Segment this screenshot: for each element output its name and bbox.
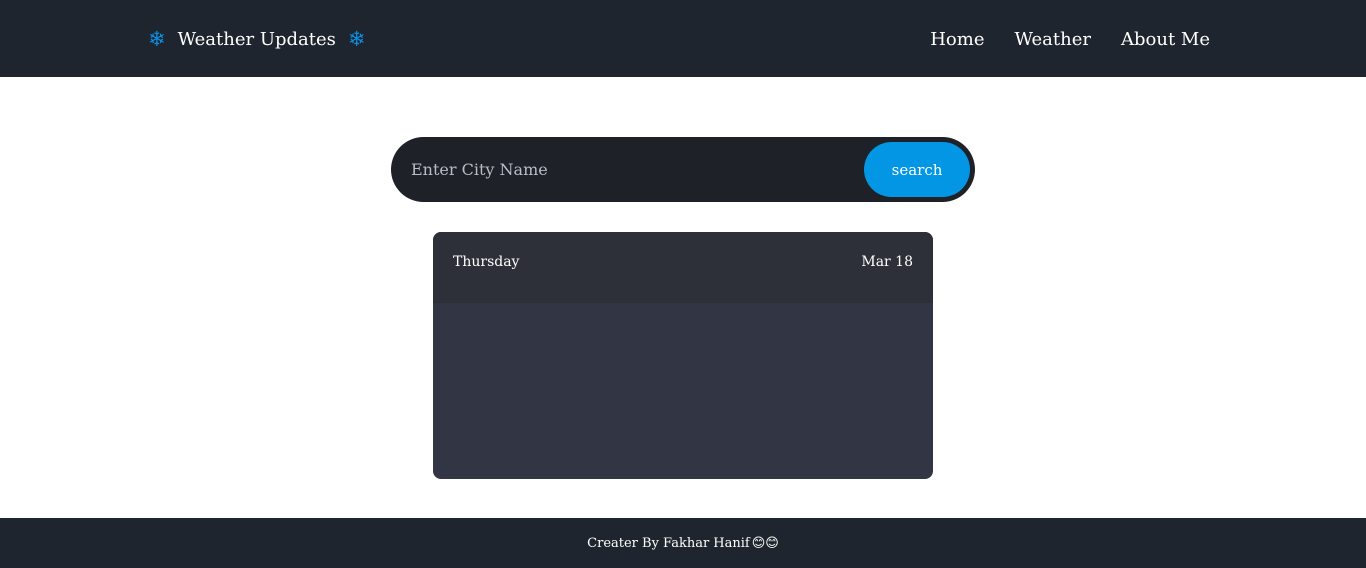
main-nav: Home Weather About Me bbox=[930, 24, 1210, 54]
top-navbar: ❄ Weather Updates ❄ Home Weather About M… bbox=[0, 0, 1366, 77]
weather-card-header: Thursday Mar 18 bbox=[433, 232, 933, 303]
nav-about-me-link[interactable]: About Me bbox=[1121, 29, 1210, 50]
search-bar: search bbox=[391, 137, 975, 202]
city-search-input[interactable] bbox=[411, 152, 851, 187]
brand[interactable]: ❄ Weather Updates ❄ bbox=[148, 24, 366, 54]
snowflake-icon: ❄ bbox=[347, 26, 366, 51]
footer: Creater By Fakhar Hanif 😊😊 bbox=[0, 518, 1366, 568]
weather-date: Mar 18 bbox=[861, 254, 913, 270]
smile-emoji: 😊😊 bbox=[751, 535, 779, 551]
footer-credit: Creater By Fakhar Hanif bbox=[587, 535, 750, 551]
nav-home-link[interactable]: Home bbox=[930, 29, 984, 50]
search-button[interactable]: search bbox=[864, 142, 970, 197]
snowflake-icon: ❄ bbox=[148, 26, 166, 51]
weather-card: Thursday Mar 18 bbox=[433, 232, 933, 479]
nav-weather-link[interactable]: Weather bbox=[1015, 29, 1092, 50]
weather-day: Thursday bbox=[453, 254, 520, 270]
brand-title[interactable]: Weather Updates bbox=[178, 29, 336, 50]
